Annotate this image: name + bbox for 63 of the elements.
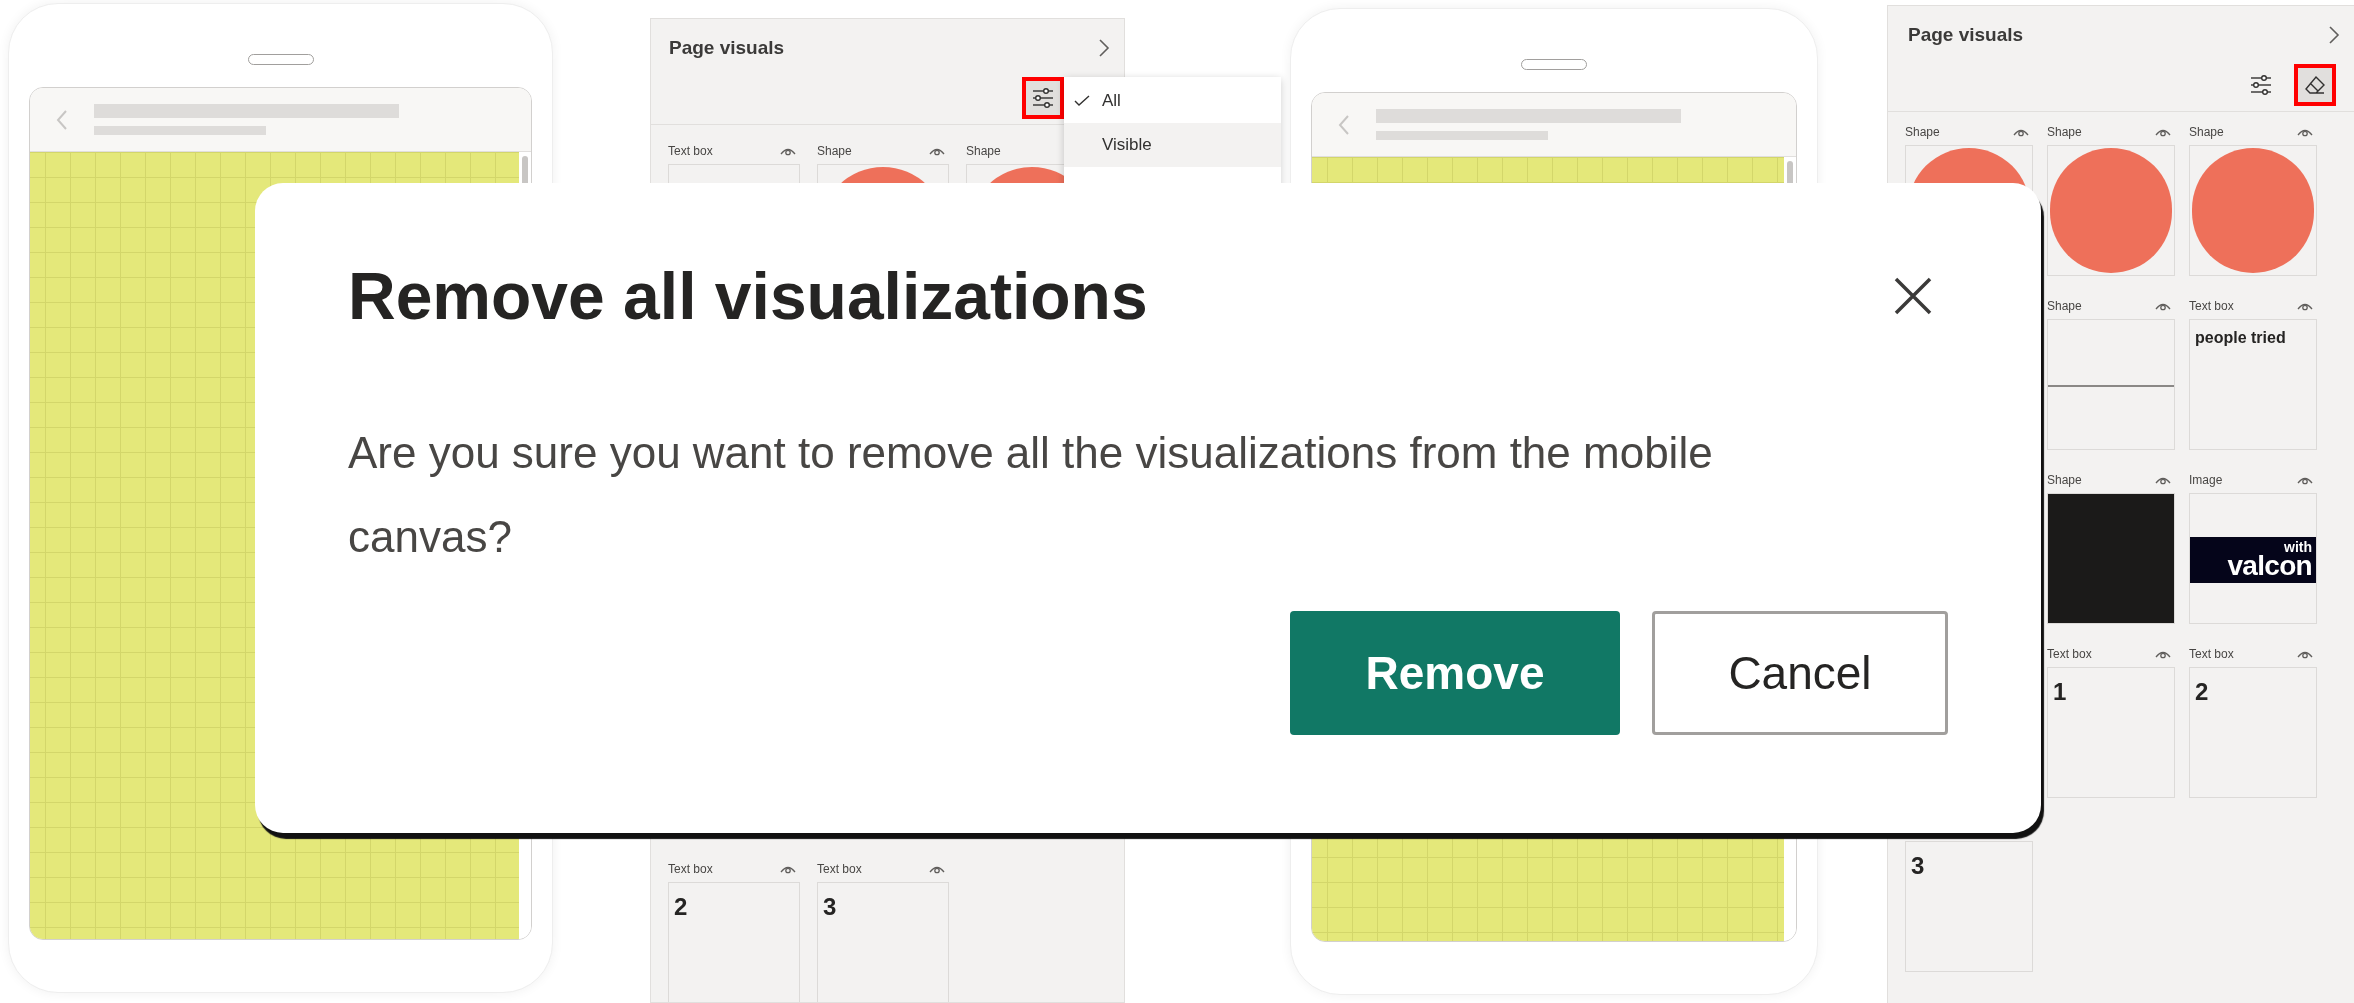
tile-label: Text box xyxy=(2189,646,2234,663)
menu-item[interactable]: All xyxy=(1064,79,1281,123)
text-box-content: 3 xyxy=(1911,851,1925,881)
menu-item-label: All xyxy=(1102,90,1121,113)
tile-label: Image xyxy=(2189,472,2223,489)
visual-tile[interactable]: with valcon xyxy=(2189,493,2317,624)
panel-title: Page visuals xyxy=(1908,22,2024,47)
filter-button[interactable] xyxy=(1022,76,1064,119)
tile-label: Text box xyxy=(817,861,862,878)
tile-label: Text box xyxy=(668,861,713,878)
checkmark-icon xyxy=(1074,95,1090,107)
visual-tile[interactable] xyxy=(2047,319,2175,450)
tile-label: Shape xyxy=(2189,124,2224,141)
eye-icon[interactable] xyxy=(2155,301,2171,311)
visual-tile[interactable]: 2 xyxy=(2189,667,2317,798)
remove-button[interactable]: Remove xyxy=(1290,611,1620,735)
eye-icon[interactable] xyxy=(2297,649,2313,659)
close-icon xyxy=(1893,276,1933,316)
eye-icon[interactable] xyxy=(2013,127,2029,137)
clear-all-button[interactable] xyxy=(2294,63,2336,106)
dialog-title: Remove all visualizations xyxy=(348,263,1148,329)
eye-icon[interactable] xyxy=(2155,127,2171,137)
menu-item-label: Visible xyxy=(1102,134,1152,157)
eye-icon[interactable] xyxy=(780,146,796,156)
tile-label: Text box xyxy=(2047,646,2092,663)
text-box-content: 1 xyxy=(2053,677,2067,707)
cancel-button[interactable]: Cancel xyxy=(1652,611,1948,735)
tile-label: Shape xyxy=(2047,472,2082,489)
panel-title: Page visuals xyxy=(669,35,785,60)
visual-tile[interactable]: 2 xyxy=(668,882,800,1002)
tile-label: Shape xyxy=(2047,298,2082,315)
tile-label: Text box xyxy=(2189,298,2234,315)
eye-icon[interactable] xyxy=(929,146,945,156)
logo-text: valcon xyxy=(2227,552,2312,580)
visual-tile[interactable]: 3 xyxy=(1905,841,2033,972)
eye-icon[interactable] xyxy=(2155,475,2171,485)
text-box-content: 2 xyxy=(674,892,688,922)
sliders-icon xyxy=(1031,86,1055,109)
sliders-icon xyxy=(2249,73,2273,96)
text-box-content: 2 xyxy=(2195,677,2209,707)
chevron-right-icon[interactable] xyxy=(1098,38,1110,58)
eye-icon[interactable] xyxy=(929,864,945,874)
eye-icon[interactable] xyxy=(2297,301,2313,311)
eraser-icon xyxy=(2304,74,2326,95)
logo-text: with xyxy=(2284,540,2312,554)
visual-tile[interactable]: people tried xyxy=(2189,319,2317,450)
visual-tile[interactable]: 3 xyxy=(817,882,949,1002)
tile-label: Text box xyxy=(668,143,713,160)
menu-item[interactable]: Visible xyxy=(1064,123,1281,167)
eye-icon[interactable] xyxy=(2155,649,2171,659)
tile-label: Shape xyxy=(817,143,852,160)
text-box-content: people tried xyxy=(2195,328,2286,348)
visual-tile[interactable]: 1 xyxy=(2047,667,2175,798)
chevron-right-icon[interactable] xyxy=(2328,25,2340,45)
tile-label: Shape xyxy=(966,143,1001,160)
eye-icon[interactable] xyxy=(780,864,796,874)
tile-label: Shape xyxy=(2047,124,2082,141)
eye-icon[interactable] xyxy=(2297,127,2313,137)
eye-icon[interactable] xyxy=(2297,475,2313,485)
dialog-message: Are you sure you want to remove all the visualizations from the mobile canvas? xyxy=(348,427,1714,563)
text-box-content: 3 xyxy=(823,892,837,922)
tile-label: Shape xyxy=(1905,124,1940,141)
visual-tile[interactable] xyxy=(2047,493,2175,624)
